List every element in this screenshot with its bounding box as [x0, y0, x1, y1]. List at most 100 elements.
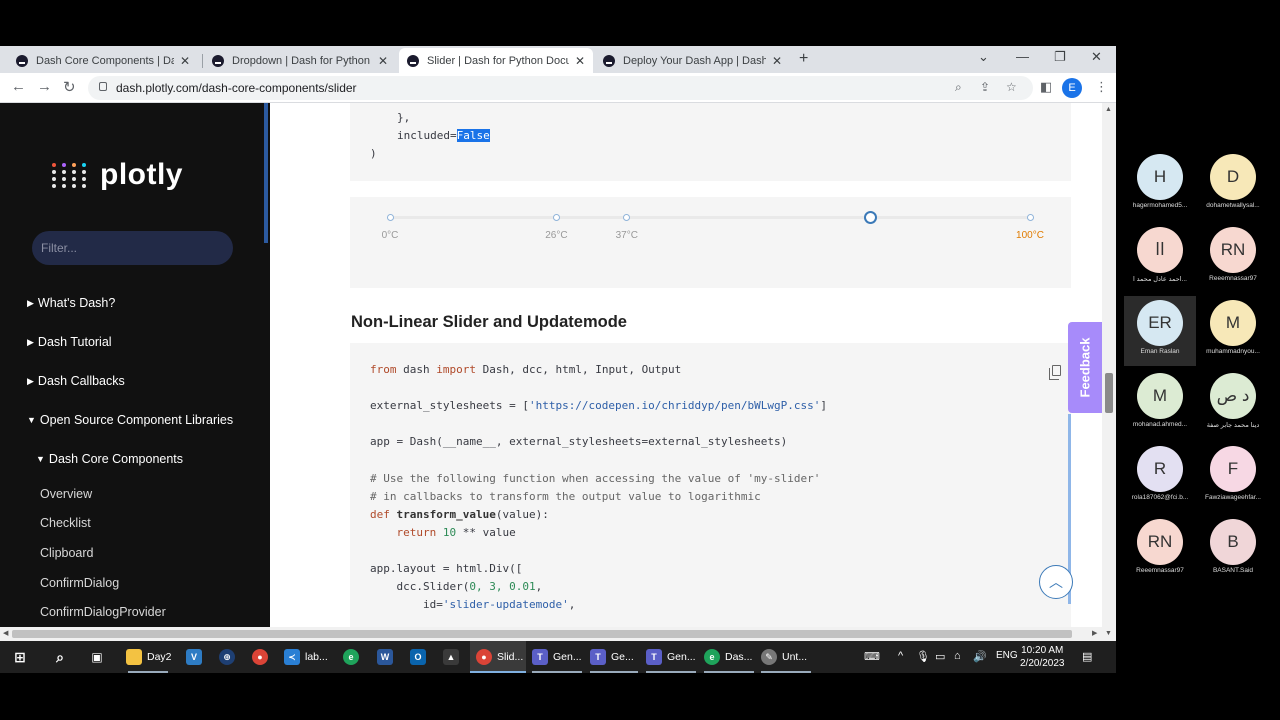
close-icon[interactable]: ✕ — [575, 54, 585, 68]
close-icon[interactable]: ✕ — [378, 54, 388, 68]
participant-name: muhammadnyou... — [1206, 348, 1260, 355]
slider-mark-label[interactable]: 37°C — [616, 230, 638, 241]
slider-mark-dot[interactable] — [1026, 213, 1034, 221]
sidebar-item-clipboard[interactable]: Clipboard — [40, 546, 94, 560]
menu-kebab-icon[interactable]: ⋮ — [1095, 79, 1108, 95]
tab-search-chevron-icon[interactable]: ⌄ — [978, 49, 989, 65]
sidebar-item-dash-callbacks[interactable]: ▶ Dash Callbacks — [27, 374, 125, 388]
horizontal-scroll-thumb[interactable] — [12, 630, 1072, 638]
back-arrow-icon[interactable]: ← — [11, 78, 26, 95]
participant-tile[interactable]: Ddohametwallysal... — [1197, 150, 1269, 220]
task-view-icon[interactable]: ▣ — [89, 641, 110, 673]
participant-tile[interactable]: F Fawziawageehfar... — [1197, 442, 1269, 512]
keyboard-icon[interactable]: ⌨ — [864, 650, 880, 663]
vertical-scroll-thumb[interactable] — [1105, 373, 1113, 413]
taskbar-vm-app[interactable]: V — [186, 641, 207, 673]
address-bar[interactable]: dash.plotly.com/dash-core-components/sli… — [88, 76, 1033, 100]
tab-dash-core-components[interactable]: Dash Core Components | Dash fo ✕ — [8, 48, 198, 73]
bookmark-star-icon[interactable]: ☆ — [1006, 80, 1017, 94]
participant-tile[interactable]: RN Reeemnassar97 — [1197, 223, 1269, 293]
share-icon[interactable]: ⇪ — [980, 80, 990, 94]
participant-tile[interactable]: B BASANT.Said — [1197, 515, 1269, 585]
code-block-nonlinear[interactable]: from dash import Dash, dcc, html, Input,… — [350, 343, 1071, 641]
sidebar-item-overview[interactable]: Overview — [40, 487, 92, 501]
participant-tile[interactable]: Rrola187062@fci.b... — [1124, 442, 1196, 512]
sidebar-item-dash-core-components[interactable]: ▼ Dash Core Components — [36, 452, 183, 466]
slider-handle[interactable] — [863, 210, 877, 224]
taskbar-word[interactable]: W — [377, 641, 398, 673]
language-indicator[interactable]: ENG — [996, 650, 1018, 661]
scroll-right-arrow-icon[interactable]: ▶ — [1092, 629, 1097, 637]
tray-chevron-up-icon[interactable]: ^ — [898, 650, 903, 662]
code-block-previous[interactable]: }, included=False ) — [350, 103, 1071, 181]
tab-dropdown[interactable]: Dropdown | Dash for Python Doc ✕ — [204, 48, 396, 73]
taskbar-teams-3[interactable]: T Gen... — [646, 641, 696, 673]
microphone-icon[interactable]: 🎙 — [916, 650, 930, 663]
slider-mark-label[interactable]: 0°C — [382, 230, 399, 241]
taskbar-file-explorer-day2[interactable]: Day2 — [126, 641, 172, 673]
slider-mark-dot[interactable] — [623, 213, 631, 221]
sidebar-item-checklist[interactable]: Checklist — [40, 516, 91, 530]
taskbar-teams-1[interactable]: T Gen... — [532, 641, 582, 673]
slider-mark-label[interactable]: 100°C — [1016, 230, 1044, 241]
start-windows-icon[interactable]: ⊞ — [12, 641, 33, 673]
participant-tile[interactable]: ER Eman Raslan — [1124, 296, 1196, 366]
filter-input[interactable] — [32, 231, 233, 265]
slider-mark-label[interactable]: 26°C — [545, 230, 567, 241]
new-tab-plus-icon[interactable]: + — [799, 50, 808, 68]
sidebar-item-dash-tutorial[interactable]: ▶ Dash Tutorial — [27, 335, 112, 349]
participant-tile[interactable]: د ص دينا محمد جابر صفة — [1197, 369, 1269, 439]
scroll-up-arrow-icon[interactable]: ▲ — [1105, 106, 1112, 113]
participant-tile[interactable]: اا احمد عادل محمد ا... — [1124, 223, 1196, 293]
zoom-icon[interactable]: ⌕ — [955, 80, 962, 95]
reload-icon[interactable]: ↻ — [63, 78, 76, 96]
taskbar-teams-2[interactable]: T Ge... — [590, 641, 634, 673]
restore-icon[interactable]: ❐ — [1054, 49, 1066, 65]
taskbar-paint-untitled[interactable]: ✎ Unt... — [761, 641, 807, 673]
side-panel-icon[interactable]: ◧ — [1040, 79, 1052, 95]
taskbar-drive-app[interactable]: ▲ — [443, 641, 464, 673]
sidebar-item-confirmdialogprovider[interactable]: ConfirmDialogProvider — [40, 605, 166, 619]
taskbar-chrome[interactable]: ● — [252, 641, 273, 673]
close-icon[interactable]: ✕ — [180, 54, 190, 68]
scroll-down-arrow-icon[interactable]: ▼ — [1105, 630, 1112, 637]
tab-slider[interactable]: Slider | Dash for Python Docume ✕ — [399, 48, 593, 73]
feedback-button[interactable]: Feedback — [1068, 322, 1102, 413]
slider-mark-dot[interactable] — [552, 213, 560, 221]
search-icon[interactable]: ⌕ — [52, 641, 73, 673]
participant-tile[interactable]: Mmuhammadnyou... — [1197, 296, 1269, 366]
taskbar-globe-app[interactable]: ⊕ — [219, 641, 240, 673]
taskbar-vscode-lab[interactable]: ≺ lab... — [284, 641, 328, 673]
sidebar-scroll-indicator[interactable] — [264, 103, 268, 243]
copy-icon[interactable] — [1049, 365, 1061, 380]
slider-mark-dot[interactable] — [386, 213, 394, 221]
vertical-scrollbar[interactable]: ▲ ▼ — [1102, 103, 1116, 641]
tab-deploy[interactable]: Deploy Your Dash App | Dash fo ✕ — [595, 48, 790, 73]
taskbar-chrome-slider[interactable]: ● Slid... — [470, 641, 526, 673]
sidebar-item-open-source-libraries[interactable]: ▼ Open Source Component Libraries — [27, 413, 233, 427]
close-icon[interactable]: ✕ — [772, 54, 782, 68]
participant-tile[interactable]: Mmohanad.ahmed... — [1124, 369, 1196, 439]
participant-tile[interactable]: Hhagermohamed5... — [1124, 150, 1196, 220]
volume-icon[interactable]: 🔊 — [973, 650, 987, 663]
taskbar-edge[interactable]: e — [343, 641, 364, 673]
profile-avatar[interactable]: E — [1062, 78, 1082, 98]
notifications-icon[interactable]: ▤ — [1082, 650, 1092, 663]
scroll-to-top-button[interactable]: ︿ — [1039, 565, 1073, 599]
forward-arrow-icon[interactable]: → — [37, 78, 52, 95]
window-close-icon[interactable]: ✕ — [1091, 49, 1102, 65]
taskbar-edge-dash[interactable]: e Das... — [704, 641, 752, 673]
minimize-icon[interactable]: — — [1016, 49, 1029, 64]
display-icon[interactable]: ▭ — [935, 650, 945, 663]
participant-tile[interactable]: RN Reeemnassar97 — [1124, 515, 1196, 585]
network-icon[interactable]: ⌂ — [954, 650, 961, 662]
horizontal-scrollbar[interactable]: ◀ ▶ — [0, 627, 1102, 641]
slider-rail[interactable] — [390, 216, 1030, 219]
sidebar-item-whats-dash[interactable]: ▶ What's Dash? — [27, 296, 115, 310]
taskbar-outlook[interactable]: O — [410, 641, 431, 673]
plotly-logo[interactable]: plotly — [52, 158, 183, 192]
system-clock[interactable]: 10:20 AM 2/20/2023 — [1020, 644, 1065, 670]
scroll-left-arrow-icon[interactable]: ◀ — [3, 629, 8, 637]
vscode-icon: ≺ — [284, 649, 300, 665]
sidebar-item-confirmdialog[interactable]: ConfirmDialog — [40, 576, 119, 590]
